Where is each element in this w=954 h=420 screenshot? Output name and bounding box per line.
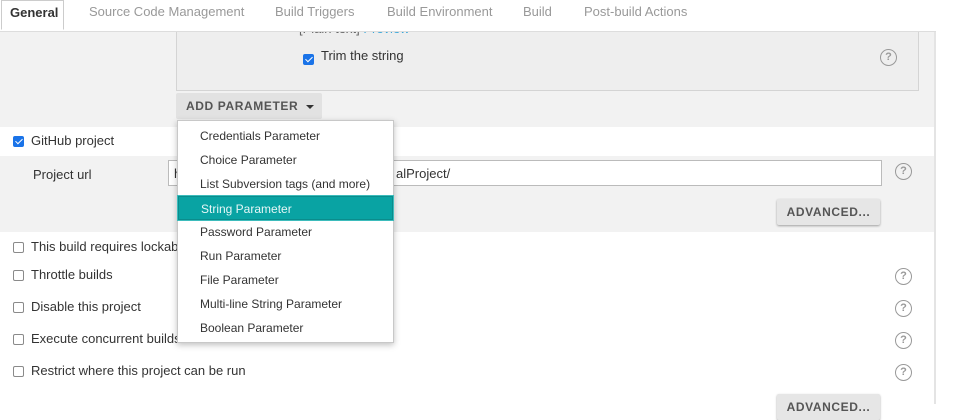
advanced-button[interactable]: ADVANCED...	[777, 199, 880, 225]
lockable-resources-checkbox[interactable]	[13, 242, 24, 253]
concurrent-help-icon[interactable]: ?	[895, 332, 912, 349]
trim-string-label: Trim the string	[321, 48, 404, 63]
concurrent-builds-label: Execute concurrent builds	[31, 331, 181, 346]
project-url-help-icon[interactable]: ?	[895, 163, 912, 180]
tab-build[interactable]: Build	[523, 0, 552, 31]
throttle-help-icon[interactable]: ?	[895, 268, 912, 285]
bottom-advanced-button[interactable]: ADVANCED...	[777, 394, 880, 420]
tab-source-code-management[interactable]: Source Code Management	[89, 0, 244, 31]
menu-item-list-subversion-tags[interactable]: List Subversion tags (and more)	[178, 172, 393, 196]
concurrent-builds-checkbox[interactable]	[13, 334, 24, 345]
throttle-builds-label: Throttle builds	[31, 267, 113, 282]
menu-item-string-parameter[interactable]: String Parameter	[177, 195, 394, 221]
tab-post-build-actions[interactable]: Post-build Actions	[584, 0, 687, 31]
menu-item-password-parameter[interactable]: Password Parameter	[178, 220, 393, 244]
menu-item-run-parameter[interactable]: Run Parameter	[178, 244, 393, 268]
tab-general[interactable]: General	[1, 0, 64, 30]
add-parameter-button[interactable]: ADD PARAMETER	[176, 93, 322, 119]
menu-item-boolean-parameter[interactable]: Boolean Parameter	[178, 316, 393, 340]
restrict-help-icon[interactable]: ?	[895, 364, 912, 381]
github-project-label: GitHub project	[31, 133, 115, 148]
github-row-bg	[0, 127, 934, 156]
project-url-value-end: alProject/	[396, 166, 451, 181]
add-parameter-menu: Credentials Parameter Choice Parameter L…	[177, 120, 394, 343]
trim-help-icon[interactable]: ?	[880, 49, 897, 66]
menu-item-multiline-string-parameter[interactable]: Multi-line String Parameter	[178, 292, 393, 316]
add-parameter-label: ADD PARAMETER	[186, 99, 299, 113]
page-right-border	[934, 0, 936, 404]
tab-build-environment[interactable]: Build Environment	[387, 0, 493, 31]
string-parameter-block	[176, 31, 919, 91]
menu-item-file-parameter[interactable]: File Parameter	[178, 268, 393, 292]
lockable-resources-label: This build requires lockab	[31, 239, 179, 254]
disable-project-checkbox[interactable]	[13, 302, 24, 313]
chevron-down-icon	[306, 104, 315, 109]
menu-item-choice-parameter[interactable]: Choice Parameter	[178, 148, 393, 172]
disable-project-label: Disable this project	[31, 299, 141, 314]
disable-help-icon[interactable]: ?	[895, 300, 912, 317]
menu-item-credentials-parameter[interactable]: Credentials Parameter	[178, 124, 393, 148]
throttle-builds-checkbox[interactable]	[13, 270, 24, 281]
github-project-checkbox[interactable]	[13, 136, 24, 147]
tab-build-triggers[interactable]: Build Triggers	[275, 0, 354, 31]
trim-string-checkbox[interactable]	[303, 54, 314, 65]
restrict-where-run-label: Restrict where this project can be run	[31, 363, 246, 378]
project-url-label: Project url	[33, 167, 92, 182]
restrict-where-run-checkbox[interactable]	[13, 366, 24, 377]
